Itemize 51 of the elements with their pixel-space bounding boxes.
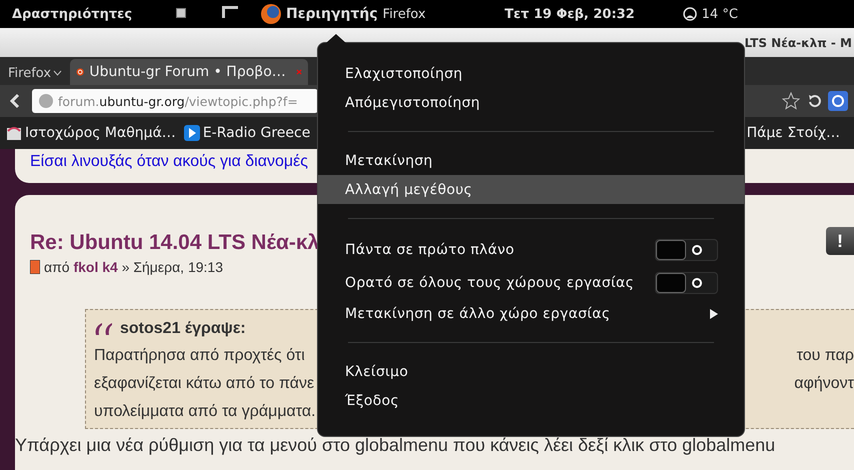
- play-icon: [184, 125, 200, 141]
- star-icon: [782, 92, 800, 110]
- quote-text: του παρ: [796, 346, 854, 366]
- circle-icon: [691, 276, 703, 288]
- submenu-item[interactable]: Μετακίνηση σε άλλο χώρο εργασίας: [318, 299, 744, 328]
- bookmark[interactable]: Πάμε Στοίχ…: [746, 125, 840, 141]
- circle-icon: [691, 244, 703, 256]
- window-icon[interactable]: [176, 8, 186, 18]
- report-button[interactable]: !: [826, 227, 854, 255]
- bookmark[interactable]: E-Radio Greece: [184, 125, 310, 141]
- back-icon: [10, 93, 20, 109]
- menu-item[interactable]: Αλλαγή μεγέθους: [318, 175, 744, 204]
- menu-item[interactable]: Έξοδος: [318, 386, 744, 415]
- address-field[interactable]: forum.ubuntu-gr.org/viewtopic.php?f=: [32, 89, 318, 113]
- quote-text: Παρατήρησα από προχτές ότι: [94, 346, 305, 366]
- toggle-switch[interactable]: [655, 238, 718, 260]
- google-search-icon: [828, 91, 848, 111]
- menu-item[interactable]: Πάντα σε πρώτο πλάνο: [345, 242, 514, 258]
- toggle-switch[interactable]: [655, 272, 718, 294]
- menu-item[interactable]: Ελαχιστοποίηση: [318, 59, 744, 88]
- post-title[interactable]: Re: Ubuntu 14.04 LTS Νέα-κλ: [30, 231, 320, 255]
- menu-item[interactable]: Απόμεγιστοποίηση: [318, 88, 744, 117]
- app-name[interactable]: Περιηγητής: [286, 6, 378, 22]
- menu-item[interactable]: Ορατό σε όλους τους χώρους εργασίας: [345, 274, 634, 290]
- browser-tab[interactable]: Ubuntu-gr Forum • Προβο…: [70, 59, 308, 85]
- bookmark[interactable]: Ιστοχώρος Μαθημά…: [6, 125, 176, 141]
- temperature: 14 °C: [702, 6, 738, 22]
- reload-icon: [806, 93, 822, 109]
- firefox-icon: [260, 1, 282, 27]
- quote-author: sotos21 έγραψε:: [120, 320, 246, 338]
- weather-icon: [682, 6, 698, 22]
- tab-title: Ubuntu-gr Forum • Προβο…: [89, 64, 286, 80]
- quote-mark-icon: [94, 321, 114, 337]
- app-subtitle: Firefox: [382, 6, 427, 22]
- activities-button[interactable]: Δραστηριότητες: [12, 6, 176, 22]
- site-icon: [6, 125, 22, 141]
- menu-item[interactable]: Κλείσιμο: [318, 357, 744, 386]
- firefox-menu-button[interactable]: Firefox: [4, 61, 66, 85]
- menu-item[interactable]: Μετακίνηση: [318, 146, 744, 175]
- submenu-arrow-icon: [710, 308, 718, 318]
- document-icon: [30, 260, 40, 274]
- quote-text: υπολείμματα από τα γράμματα.: [94, 402, 316, 422]
- quote-text: αφήνοντ: [794, 374, 854, 394]
- quote-text: εξαφανίζεται κάτω από το πάνε: [94, 374, 314, 394]
- post-meta: από fkol k4 » Σήμερα, 19:13: [44, 259, 223, 275]
- clock[interactable]: Τετ 19 Φεβ, 20:32: [504, 6, 655, 22]
- post-body-text: Υπάρχει μια νέα ρύθμιση για τα μενού στο globalmenu που κάνεις λέει δεξί κλικ στο globalmenu: [15, 435, 776, 456]
- globe-icon: [38, 93, 54, 109]
- window-title: LTS Νέα-κλπ - Μ: [744, 36, 852, 50]
- chevron-down-icon: [53, 70, 62, 76]
- signature-link[interactable]: Είσαι λινουξάς όταν ακούς για διανομές: [30, 153, 308, 170]
